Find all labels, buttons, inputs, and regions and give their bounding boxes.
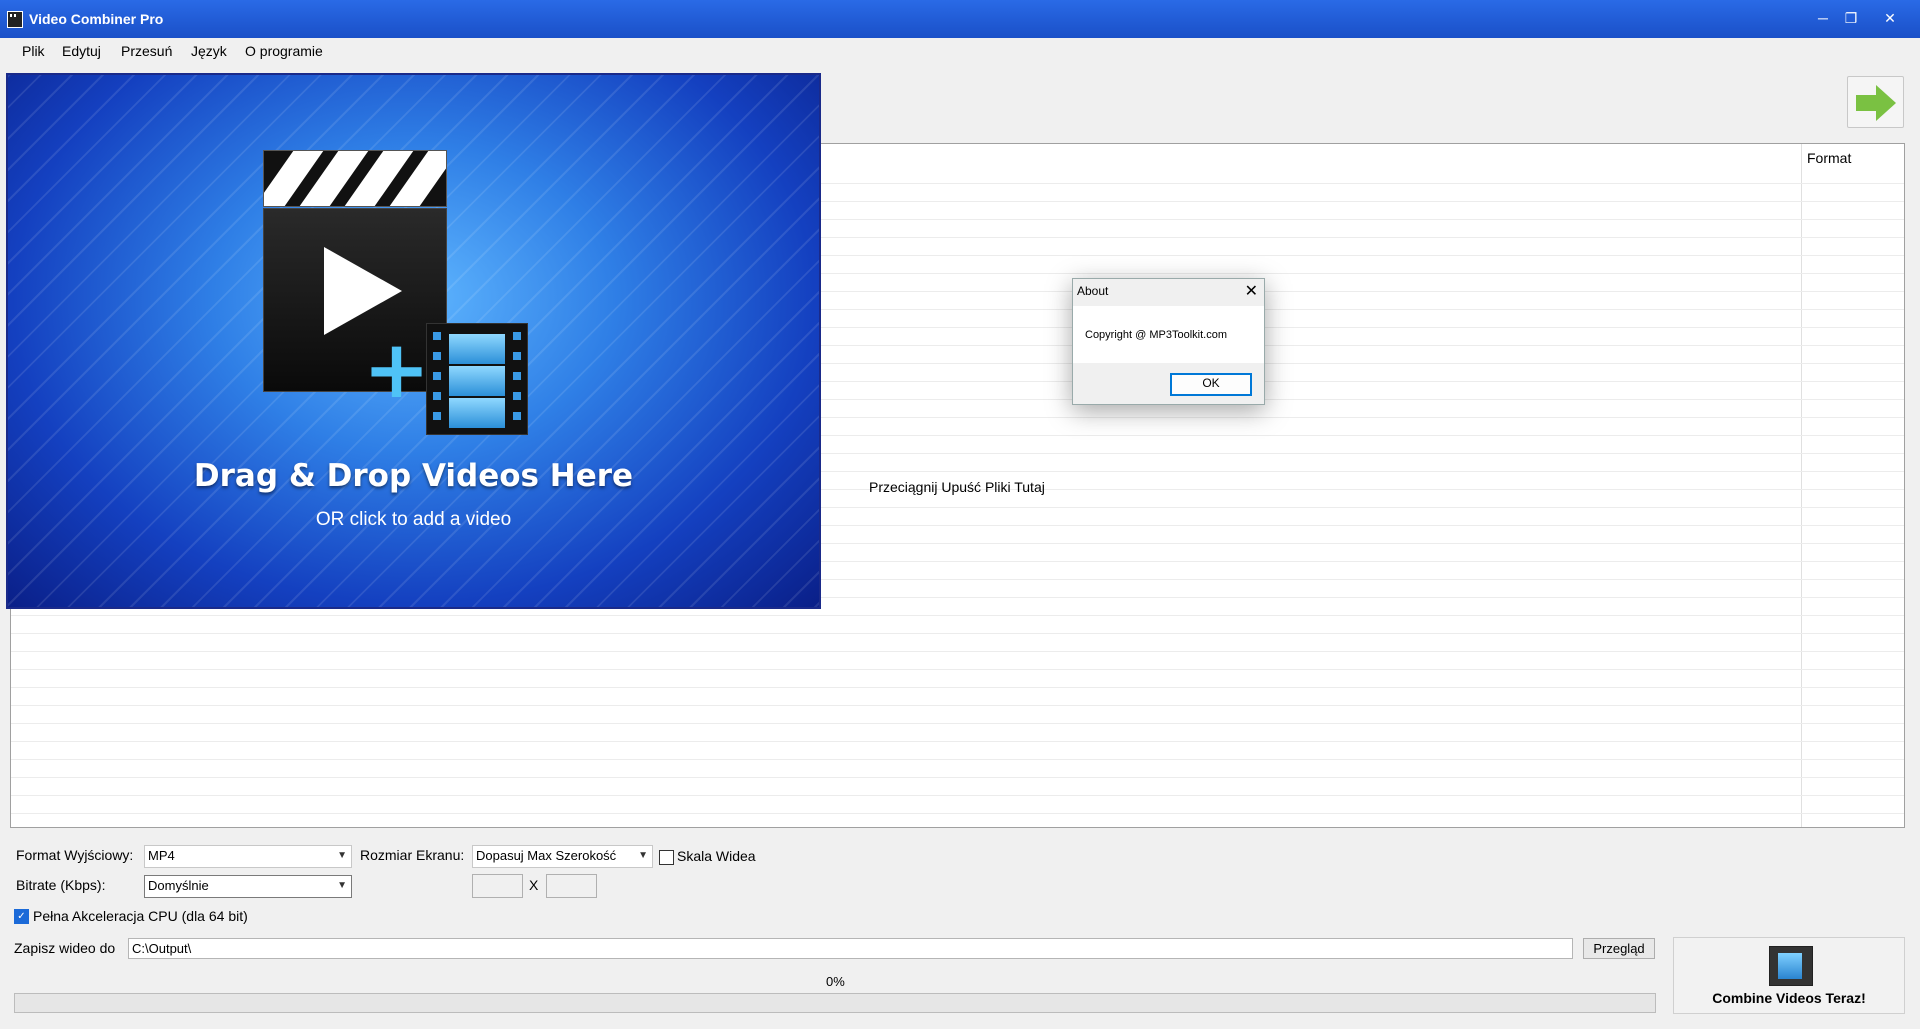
screen-size-select-value: Dopasuj Max Szerokość <box>476 848 617 863</box>
dialog-message: Copyright @ MP3Toolkit.com <box>1085 329 1227 341</box>
row-line <box>11 741 1904 742</box>
arrow-right-icon-head <box>1876 85 1896 121</box>
bitrate-select[interactable]: Domyślnie ▼ <box>144 875 352 898</box>
row-line <box>11 651 1904 652</box>
play-icon <box>324 247 402 335</box>
format-select-value: MP4 <box>148 848 175 863</box>
app-icon <box>7 11 23 28</box>
dialog-title: About <box>1077 284 1109 298</box>
column-header-format[interactable]: Format <box>1807 150 1851 166</box>
menu-bar: Plik Edytuj Przesuń Język O programie <box>0 38 1920 64</box>
about-dialog: About ✕ Copyright @ MP3Toolkit.com OK <box>1072 278 1265 405</box>
scale-label: Skala Widea <box>677 848 756 864</box>
combine-button[interactable]: Combine Videos Teraz! <box>1673 937 1905 1014</box>
close-button[interactable]: ✕ <box>1877 6 1903 30</box>
output-label: Zapisz wideo do <box>14 940 116 956</box>
plus-icon: + <box>363 323 431 416</box>
size-separator: X <box>529 877 539 893</box>
chevron-down-icon: ▼ <box>337 880 347 891</box>
browse-button[interactable]: Przegląd <box>1583 938 1655 959</box>
height-input[interactable] <box>546 874 597 898</box>
drop-hint: Przeciągnij Upuść Pliki Tutaj <box>869 479 1045 495</box>
title-bar: Video Combiner Pro ─ ❐ ✕ <box>0 0 1920 38</box>
row-line <box>11 687 1904 688</box>
bitrate-select-value: Domyślnie <box>148 878 209 893</box>
scale-checkbox[interactable] <box>659 850 674 865</box>
format-label: Format Wyjściowy: <box>16 847 134 863</box>
film-strip-icon <box>426 323 528 435</box>
cpu-checkbox[interactable]: ✓ <box>14 909 29 924</box>
arrow-right-icon <box>1856 95 1878 111</box>
drop-title: Drag & Drop Videos Here <box>193 458 634 494</box>
screen-size-label: Rozmiar Ekranu: <box>360 847 465 863</box>
output-path-input[interactable]: C:\Output\ <box>128 938 1573 959</box>
row-line <box>11 669 1904 670</box>
maximize-button[interactable]: ❐ <box>1838 6 1864 30</box>
screen-size-select[interactable]: Dopasuj Max Szerokość ▼ <box>472 845 653 868</box>
menu-jezyk[interactable]: Język <box>191 43 227 59</box>
cpu-label: Pełna Akceleracja CPU (dla 64 bit) <box>33 908 248 924</box>
row-line <box>11 633 1904 634</box>
row-line <box>11 759 1904 760</box>
menu-edytuj[interactable]: Edytuj <box>62 43 101 59</box>
row-line <box>11 705 1904 706</box>
chevron-down-icon: ▼ <box>638 850 648 861</box>
combine-button-label: Combine Videos Teraz! <box>1712 990 1866 1006</box>
row-line <box>11 723 1904 724</box>
minimize-button[interactable]: ─ <box>1810 6 1836 30</box>
menu-plik[interactable]: Plik <box>22 43 45 59</box>
row-line <box>11 813 1904 814</box>
column-separator <box>1801 144 1802 827</box>
row-line <box>11 795 1904 796</box>
progress-bar <box>14 993 1656 1013</box>
ok-button[interactable]: OK <box>1170 373 1252 396</box>
progress-text: 0% <box>826 974 845 989</box>
width-input[interactable] <box>472 874 523 898</box>
row-line <box>11 777 1904 778</box>
chevron-down-icon: ▼ <box>337 850 347 861</box>
format-select[interactable]: MP4 ▼ <box>144 845 352 868</box>
next-button[interactable] <box>1847 76 1904 128</box>
menu-o-programie[interactable]: O programie <box>245 43 323 59</box>
dialog-close-icon[interactable]: ✕ <box>1245 281 1258 301</box>
window-title: Video Combiner Pro <box>29 11 164 27</box>
row-line <box>11 615 1904 616</box>
menu-przesun[interactable]: Przesuń <box>121 43 172 59</box>
film-icon <box>1769 946 1813 986</box>
bitrate-label: Bitrate (Kbps): <box>16 877 106 893</box>
drop-subtitle: OR click to add a video <box>315 509 512 530</box>
drop-zone[interactable]: + Drag & Drop Videos Here OR click to ad… <box>6 73 821 609</box>
